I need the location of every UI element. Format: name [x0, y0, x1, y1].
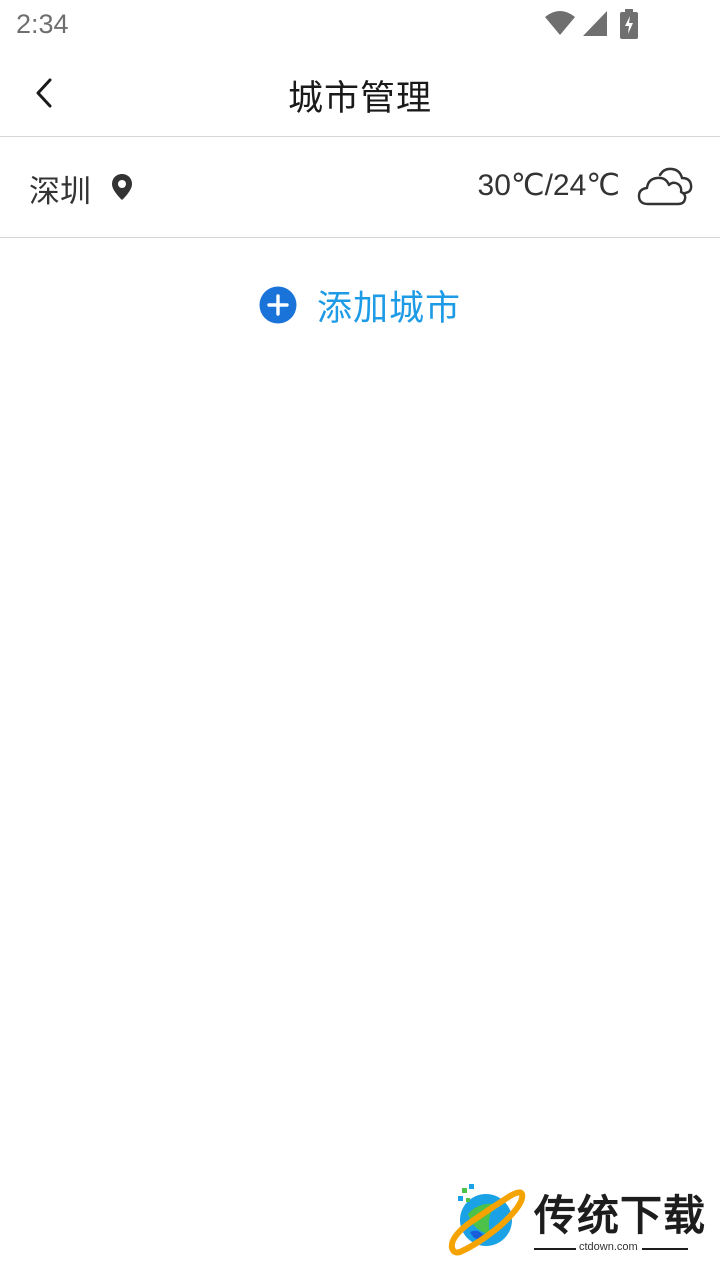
watermark-logo: 传统下载 ctdown.com: [448, 1182, 705, 1258]
add-city-button[interactable]: 添加城市: [0, 278, 720, 332]
watermark-line-right: [642, 1248, 688, 1250]
watermark-subtitle: ctdown.com: [579, 1241, 638, 1253]
app-bar: 城市管理: [0, 50, 720, 137]
watermark-emblem-icon: [448, 1184, 526, 1256]
status-time: 2:34: [16, 9, 69, 39]
screen: 2:34 城市管理 深圳 30℃/24℃ 添加城市 传统下载 ctdown.co…: [0, 0, 720, 1280]
watermark-line-left: [534, 1248, 576, 1250]
plus-circle-icon: [259, 286, 297, 324]
cell-signal-icon: [583, 11, 607, 36]
add-city-label: 添加城市: [316, 288, 461, 329]
city-name: 深圳: [29, 174, 91, 210]
wifi-icon: [545, 11, 575, 35]
location-pin-icon: [112, 174, 132, 200]
battery-charging-icon: [620, 9, 638, 39]
city-temperature: 30℃/24℃: [477, 169, 620, 202]
page-title: 城市管理: [287, 79, 432, 119]
watermark-title: 传统下载: [534, 1191, 707, 1240]
status-bar: 2:34: [0, 0, 720, 50]
cloudy-icon: [637, 167, 693, 206]
city-list-item[interactable]: 深圳 30℃/24℃: [0, 137, 720, 238]
